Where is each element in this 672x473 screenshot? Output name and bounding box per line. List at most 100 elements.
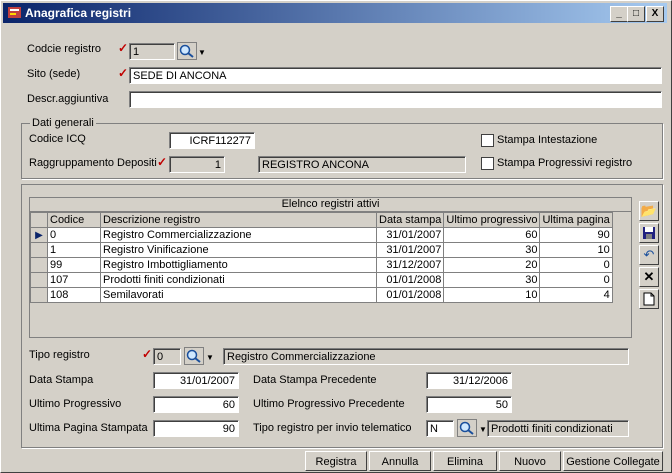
row-selector[interactable]: [30, 272, 48, 288]
cell-descrizione[interactable]: Registro Commercializzazione: [100, 227, 377, 243]
dropdown-arrow-icon[interactable]: ▼: [198, 48, 206, 57]
cell-data[interactable]: 31/01/2007: [375, 242, 445, 258]
cell-progressivo[interactable]: 20: [443, 257, 541, 273]
column-header[interactable]: Data stampa: [375, 212, 445, 228]
cell-pagina[interactable]: 0: [539, 257, 613, 273]
ultimo-progressivo-precedente-field[interactable]: 50: [426, 396, 512, 413]
cell-progressivo[interactable]: 30: [443, 242, 541, 258]
dropdown-arrow-icon[interactable]: ▼: [479, 425, 487, 434]
column-header[interactable]: Codice: [47, 212, 101, 228]
cell-data[interactable]: 01/01/2008: [375, 287, 445, 303]
cell-codice[interactable]: 0: [47, 227, 101, 243]
main-window: Anagrafica registri _ □ X Codcie registr…: [0, 0, 672, 473]
tipo-registro-desc: Registro Commercializzazione: [223, 348, 629, 365]
close-button[interactable]: X: [646, 6, 664, 22]
nuovo-button[interactable]: Nuovo: [499, 451, 561, 471]
stampa-progressivi-label: Stampa Progressivi registro: [497, 157, 633, 169]
table-row[interactable]: 1 Registro Vinificazione 31/01/2007 30 1…: [30, 242, 613, 258]
dropdown-arrow-icon[interactable]: ▼: [206, 353, 214, 362]
column-header[interactable]: Descrizione registro: [100, 212, 377, 228]
raggruppamento-field[interactable]: 1: [169, 156, 225, 173]
lookup-search-icon[interactable]: [457, 419, 477, 437]
icq-field[interactable]: ICRF112277: [169, 132, 255, 149]
icq-label: Codice ICQ: [29, 133, 86, 145]
registra-button[interactable]: Registra: [305, 451, 367, 471]
tipo-telematico-label: Tipo registro per invio telematico: [253, 422, 412, 434]
tipo-telematico-field[interactable]: N: [426, 420, 454, 437]
required-check-icon: ✓: [157, 155, 168, 169]
raggruppamento-desc: REGISTRO ANCONA: [258, 156, 466, 173]
row-selector[interactable]: [30, 242, 48, 258]
table-row[interactable]: 108 Semilavorati 01/01/2008 10 4: [30, 287, 613, 303]
app-icon: [8, 7, 21, 18]
lookup-search-icon[interactable]: [177, 42, 197, 60]
current-row-indicator-icon: ▶: [30, 227, 48, 243]
ultimo-progressivo-precedente-label: Ultimo Progressivo Precedente: [253, 398, 405, 410]
cell-codice[interactable]: 108: [47, 287, 101, 303]
cell-progressivo[interactable]: 60: [443, 227, 541, 243]
delete-x-icon[interactable]: ✕: [639, 267, 659, 287]
descr-label: Descr.aggiuntiva: [27, 93, 109, 105]
cell-descrizione[interactable]: Registro Vinificazione: [100, 242, 377, 258]
sito-label: Sito (sede): [27, 68, 81, 80]
cell-codice[interactable]: 107: [47, 272, 101, 288]
cell-descrizione[interactable]: Semilavorati: [100, 287, 377, 303]
stampa-progressivi-checkbox[interactable]: [481, 157, 494, 170]
cell-pagina[interactable]: 0: [539, 272, 613, 288]
cell-pagina[interactable]: 4: [539, 287, 613, 303]
tipo-telematico-desc: Prodotti finiti condizionati: [487, 420, 629, 437]
codice-field[interactable]: 1: [129, 43, 175, 60]
required-check-icon: ✓: [118, 66, 129, 80]
registri-table: Codice Descrizione registro Data stampa …: [30, 212, 613, 303]
descr-field[interactable]: [129, 91, 662, 108]
cell-data[interactable]: 31/12/2007: [375, 257, 445, 273]
grid-caption: Elelnco registri attivi: [30, 198, 631, 212]
ultimo-progressivo-field[interactable]: 60: [153, 396, 239, 413]
cell-codice[interactable]: 1: [47, 242, 101, 258]
gestione-collegate-button[interactable]: Gestione Collegate: [563, 451, 663, 471]
cell-progressivo[interactable]: 30: [443, 272, 541, 288]
column-header[interactable]: Ultima pagina: [539, 212, 613, 228]
cell-data[interactable]: 31/01/2007: [375, 227, 445, 243]
cell-descrizione[interactable]: Prodotti finiti condizionati: [100, 272, 377, 288]
save-icon[interactable]: [639, 223, 659, 243]
table-row[interactable]: 99 Registro Imbottigliamento 31/12/2007 …: [30, 257, 613, 273]
data-stampa-precedente-field[interactable]: 31/12/2006: [426, 372, 512, 389]
cell-pagina[interactable]: 10: [539, 242, 613, 258]
tipo-registro-label: Tipo registro: [29, 349, 90, 361]
row-selector[interactable]: [30, 257, 48, 273]
title-bar[interactable]: Anagrafica registri _ □ X: [3, 3, 667, 23]
row-selector[interactable]: [30, 287, 48, 303]
cell-descrizione[interactable]: Registro Imbottigliamento: [100, 257, 377, 273]
required-check-icon: ✓: [142, 347, 153, 361]
table-row[interactable]: 107 Prodotti finiti condizionati 01/01/2…: [30, 272, 613, 288]
stampa-intestazione-label: Stampa Intestazione: [497, 134, 598, 146]
maximize-button[interactable]: □: [627, 6, 645, 22]
data-stampa-label: Data Stampa: [29, 374, 94, 386]
stampa-intestazione-checkbox[interactable]: [481, 134, 494, 147]
data-stampa-field[interactable]: 31/01/2007: [153, 372, 239, 389]
elimina-button[interactable]: Elimina: [433, 451, 497, 471]
raggruppamento-label: Raggruppamento Depositi: [29, 157, 157, 169]
lookup-search-icon[interactable]: [184, 347, 204, 365]
dati-generali-title: Dati generali: [30, 117, 96, 129]
column-header[interactable]: Ultimo progressivo: [443, 212, 541, 228]
codice-label: Codcie registro: [27, 43, 101, 55]
cell-progressivo[interactable]: 10: [443, 287, 541, 303]
annulla-button[interactable]: Annulla: [369, 451, 431, 471]
minimize-button[interactable]: _: [610, 6, 628, 22]
data-stampa-precedente-label: Data Stampa Precedente: [253, 374, 377, 386]
cell-codice[interactable]: 99: [47, 257, 101, 273]
table-header-row: Codice Descrizione registro Data stampa …: [30, 212, 613, 228]
table-row[interactable]: ▶ 0 Registro Commercializzazione 31/01/2…: [30, 227, 613, 243]
row-selector-header: [30, 212, 48, 228]
sito-field[interactable]: SEDE DI ANCONA: [129, 67, 662, 84]
cell-data[interactable]: 01/01/2008: [375, 272, 445, 288]
new-document-icon[interactable]: [639, 289, 659, 309]
undo-icon[interactable]: ↶: [639, 245, 659, 265]
open-folder-icon[interactable]: 📂: [639, 201, 659, 221]
cell-pagina[interactable]: 90: [539, 227, 613, 243]
tipo-registro-field[interactable]: 0: [153, 348, 181, 365]
ultimo-progressivo-label: Ultimo Progressivo: [29, 398, 122, 410]
ultima-pagina-field[interactable]: 90: [153, 420, 239, 437]
